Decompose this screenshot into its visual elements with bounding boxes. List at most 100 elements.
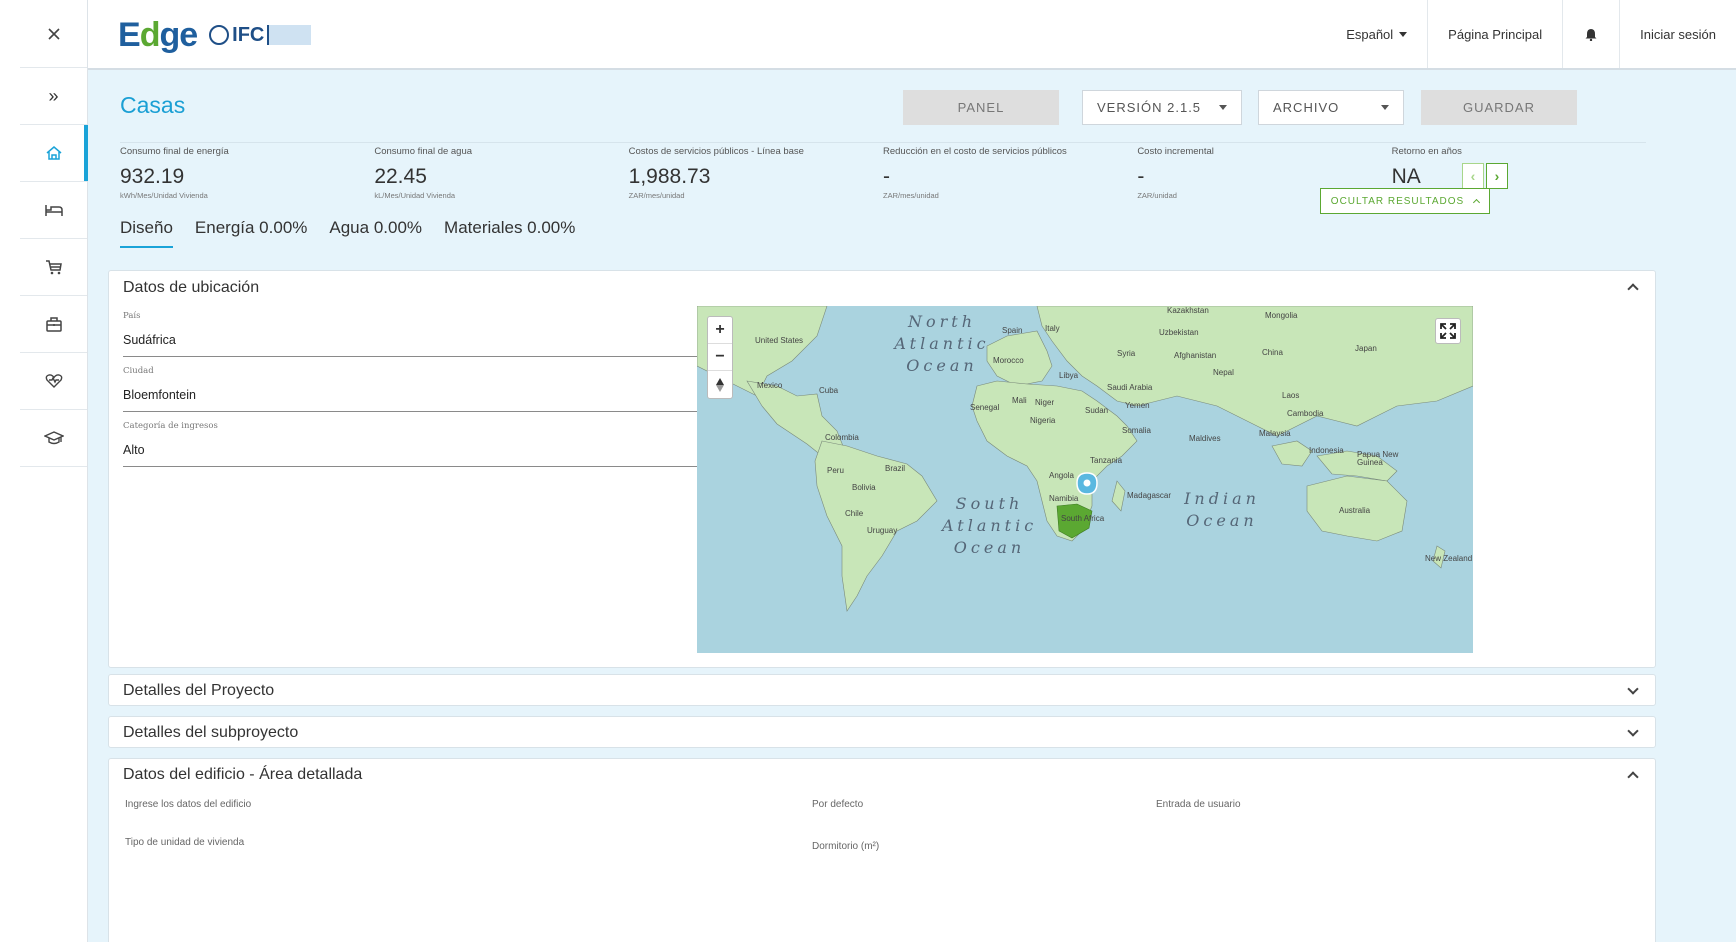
zoom-out-button[interactable]: − — [708, 344, 732, 371]
expand-chevron-icon[interactable] — [1627, 725, 1639, 737]
location-card-title: Datos de ubicación — [123, 279, 260, 296]
map-label: Maldives — [1189, 434, 1221, 443]
edge-logo-text: Edge — [118, 15, 198, 54]
map-label: Australia — [1339, 506, 1371, 515]
map-label: Japan — [1355, 344, 1377, 353]
tab-materials[interactable]: Materiales 0.00% — [444, 218, 575, 248]
tab-water[interactable]: Agua 0.00% — [329, 218, 422, 248]
map-label: Morocco — [993, 356, 1024, 365]
map-label: Libya — [1059, 371, 1079, 380]
login-link[interactable]: Iniciar sesión — [1619, 0, 1736, 68]
compass-icon — [716, 377, 724, 392]
cart-icon — [45, 260, 62, 275]
rail-item-retail[interactable] — [20, 239, 87, 296]
rail-item-hospitals[interactable] — [20, 353, 87, 410]
globe-icon — [209, 25, 230, 45]
map-label: South Africa — [1061, 514, 1105, 523]
edge-logo[interactable]: Edge IFC — [118, 14, 312, 56]
map-label: Cuba — [819, 386, 839, 395]
column-header: Entrada de usuario — [1156, 799, 1241, 810]
map-label: Mongolia — [1265, 311, 1298, 320]
rail-item-education[interactable] — [20, 410, 87, 467]
divider — [120, 142, 1646, 143]
collapse-chevron-icon[interactable] — [1627, 283, 1639, 295]
map-label: Laos — [1282, 391, 1300, 400]
caret-down-icon — [1399, 31, 1408, 37]
map-label: Sudan — [1085, 406, 1109, 415]
metric-cost-reduction: Reducción en el costo de servicios públi… — [882, 146, 1067, 200]
map-label: Colombia — [825, 433, 859, 442]
map-label: Yemen — [1125, 401, 1150, 410]
graduation-cap-icon — [43, 431, 64, 445]
income-select[interactable]: Categoría de ingresos Alto — [123, 421, 733, 467]
close-icon — [47, 27, 60, 40]
hide-results-button[interactable]: OCULTAR RESULTADOS — [1320, 188, 1490, 214]
expand-button[interactable]: » — [20, 68, 87, 125]
map-label: Peru — [827, 466, 844, 475]
map-label: Senegal — [970, 403, 1000, 412]
file-select[interactable]: ARCHIVO — [1258, 90, 1404, 125]
fullscreen-icon — [1440, 323, 1456, 339]
rail-item-offices[interactable] — [20, 296, 87, 353]
map-zoom-controls: + − — [707, 316, 733, 399]
main-content: Casas PANEL VERSIÓN 2.1.5 ARCHIVO GUARDA… — [88, 70, 1736, 942]
column-header: Ingrese los datos del edificio — [125, 799, 252, 810]
map-label: Spain — [1002, 326, 1023, 335]
notifications-button[interactable] — [1562, 0, 1619, 68]
next-results-button[interactable]: › — [1486, 163, 1508, 189]
chevron-up-icon — [1473, 198, 1481, 207]
rail-item-hotel[interactable] — [20, 182, 87, 239]
bedroom-label: Dormitorio (m²) — [812, 841, 880, 852]
collapse-chevron-icon[interactable] — [1627, 771, 1639, 783]
subproject-details-card[interactable]: Detalles del subproyecto — [108, 716, 1656, 748]
panel-button[interactable]: PANEL — [903, 90, 1059, 125]
rail-item-home[interactable] — [20, 125, 88, 182]
map-label: Madagascar — [1127, 491, 1172, 500]
map-label: Mexico — [757, 381, 783, 390]
map-label: Chile — [845, 509, 864, 518]
map-ocean-label: Indian Ocean — [1184, 489, 1260, 530]
country-select[interactable]: País Sudáfrica — [123, 311, 733, 357]
home-link[interactable]: Página Principal — [1427, 0, 1562, 68]
fullscreen-button[interactable] — [1435, 318, 1461, 344]
map-label: Nepal — [1213, 368, 1234, 377]
left-rail: » — [20, 0, 88, 942]
building-data-card: Datos del edificio - Área detallada Ingr… — [108, 758, 1656, 942]
city-select[interactable]: Ciudad Bloemfontein — [123, 366, 733, 412]
top-header: Edge IFC Español Página Principal Inicia… — [88, 0, 1736, 70]
zoom-in-button[interactable]: + — [708, 317, 732, 344]
metric-energy: Consumo final de energía 932.19 kWh/Mes/… — [120, 146, 229, 200]
project-details-card[interactable]: Detalles del Proyecto — [108, 674, 1656, 706]
design-tabs: Diseño Energía 0.00% Agua 0.00% Material… — [120, 218, 575, 248]
version-select[interactable]: VERSIÓN 2.1.5 — [1082, 90, 1242, 125]
map-label: Angola — [1049, 471, 1074, 480]
unit-type-label: Tipo de unidad de vivienda — [125, 837, 245, 848]
save-button[interactable]: GUARDAR — [1421, 90, 1577, 125]
map-label: Nigeria — [1030, 416, 1056, 425]
prev-results-button[interactable]: ‹ — [1462, 163, 1484, 189]
language-select[interactable]: Español — [1326, 0, 1427, 68]
page-title: Casas — [120, 92, 186, 118]
map-label: Mali — [1012, 396, 1027, 405]
compass-button[interactable] — [708, 371, 732, 398]
tab-design[interactable]: Diseño — [120, 218, 173, 248]
close-button[interactable] — [20, 0, 87, 68]
map-label: Somalia — [1122, 426, 1151, 435]
metric-water: Consumo final de agua 22.45 kL/Mes/Unida… — [374, 146, 473, 200]
map-label: Uruguay — [867, 526, 898, 535]
bed-icon — [44, 205, 63, 216]
map-ocean-label: South Atlantic Ocean — [942, 494, 1038, 557]
expand-icon: » — [48, 85, 59, 106]
map-label: Afghanistan — [1174, 351, 1217, 360]
map-label: Indonesia — [1309, 446, 1344, 455]
map-label: Tanzania — [1090, 456, 1123, 465]
map-marker-icon — [1076, 472, 1098, 495]
map-label: Saudi Arabia — [1107, 383, 1153, 392]
column-header: Por defecto — [812, 799, 864, 810]
heart-icon — [45, 374, 62, 388]
map-ocean-label: North Atlantic Ocean — [894, 312, 990, 375]
expand-chevron-icon[interactable] — [1627, 683, 1639, 695]
location-map[interactable]: North Atlantic Ocean South Atlantic Ocea… — [697, 306, 1473, 653]
caret-down-icon — [1219, 105, 1227, 110]
tab-energy[interactable]: Energía 0.00% — [195, 218, 307, 248]
